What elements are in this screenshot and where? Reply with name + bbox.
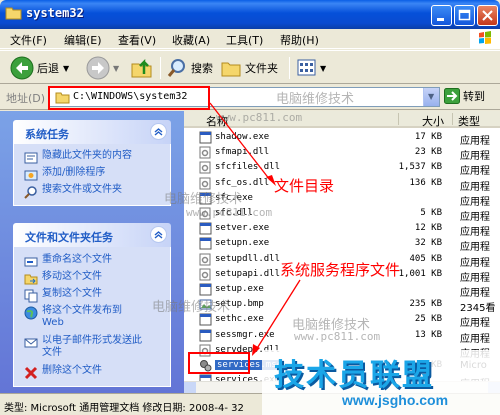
annotation-file-dir: 文件目录 bbox=[274, 177, 335, 195]
annotation-services-file: 系统服务程序文件 bbox=[280, 261, 401, 279]
site-logo-url: www.jsgho.com bbox=[342, 392, 449, 408]
site-logo-text: 技术员联盟 bbox=[274, 358, 434, 393]
